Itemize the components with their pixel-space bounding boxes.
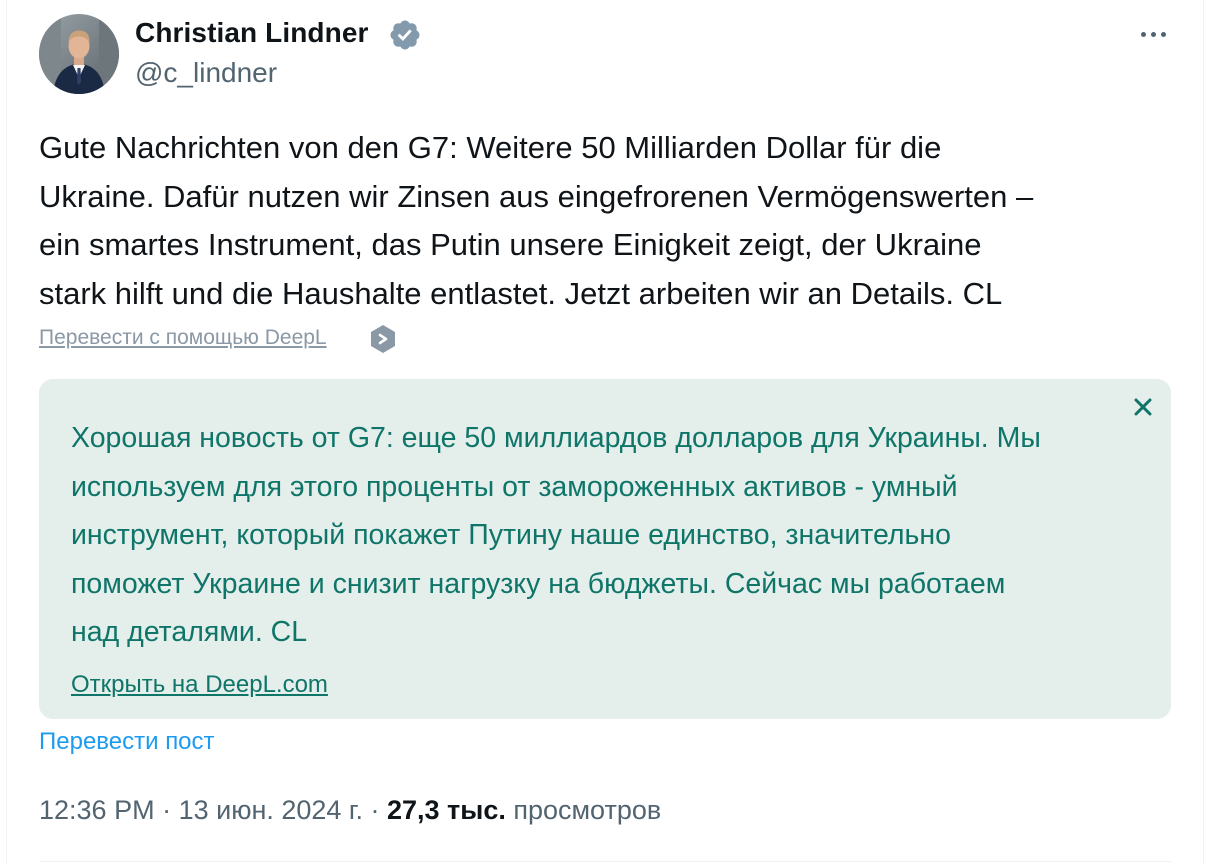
translation-line: используем для этого проценты от заморож… xyxy=(71,470,958,503)
author-handle[interactable]: @c_lindner xyxy=(135,57,277,89)
meta-separator: · xyxy=(362,795,387,825)
tweet-line: ein smartes Instrument, das Putin unsere… xyxy=(39,227,982,262)
author-name[interactable]: Christian Lindner xyxy=(135,17,369,49)
verified-badge-icon xyxy=(390,20,420,50)
translation-line: над деталями. CL xyxy=(71,616,308,648)
person-portrait-icon xyxy=(39,14,119,94)
translation-line: Хорошая новость от G7: еще 50 миллиардов… xyxy=(71,422,1041,454)
translate-post-button[interactable]: Перевести пост xyxy=(39,728,215,756)
post-time[interactable]: 12:36 PM xyxy=(39,795,155,825)
translation-text: Хорошая новость от G7: еще 50 миллиардов… xyxy=(71,414,1151,657)
views-count[interactable]: 27,3 тыс. xyxy=(387,795,506,825)
divider xyxy=(39,861,1171,862)
tweet-text: Gute Nachrichten von den G7: Weitere 50 … xyxy=(39,124,1174,318)
tweet-line: Gute Nachrichten von den G7: Weitere 50 … xyxy=(39,130,942,165)
translate-with-deepl-link[interactable]: Перевести с помощью DeepL xyxy=(39,326,327,350)
open-on-deepl-link[interactable]: Открыть на DeepL.com xyxy=(71,671,328,699)
post-date[interactable]: 13 июн. 2024 г. xyxy=(179,795,363,825)
dot xyxy=(1150,31,1156,37)
dot xyxy=(1140,31,1146,37)
more-options-icon[interactable] xyxy=(1133,22,1173,46)
deepl-logo-icon xyxy=(371,325,395,353)
post-meta: 12:36 PM · 13 июн. 2024 г. · 27,3 тыс. п… xyxy=(39,795,661,826)
tweet-line: stark hilft und die Haushalte entlastet.… xyxy=(39,275,1003,311)
views-label: просмотров xyxy=(505,795,662,825)
translation-line: поможет Украине и снизит нагрузку на бюд… xyxy=(71,567,1006,600)
dot xyxy=(1160,31,1166,37)
meta-separator: · xyxy=(154,795,179,825)
translation-line: инструмент, который покажет Путину наше … xyxy=(71,519,951,551)
avatar[interactable] xyxy=(39,14,119,94)
tweet-line: Ukraine. Dafür nutzen wir Zinsen aus ein… xyxy=(39,178,1034,214)
